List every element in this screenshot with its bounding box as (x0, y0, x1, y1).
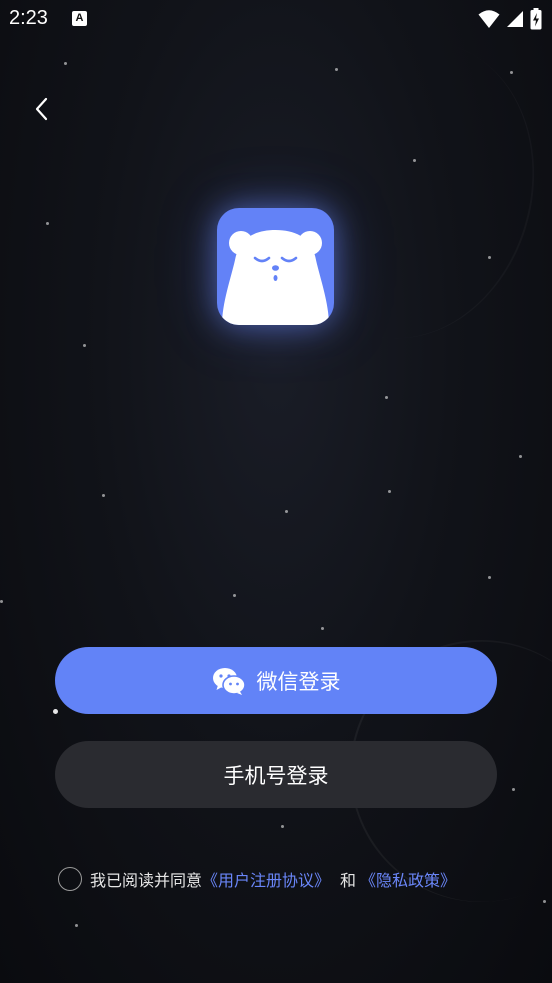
star (285, 510, 288, 513)
star (488, 576, 491, 579)
star (512, 788, 515, 791)
status-time: 2:23 (9, 7, 48, 29)
star (388, 490, 391, 493)
star (83, 344, 86, 347)
star (519, 455, 522, 458)
star (0, 600, 3, 603)
wechat-login-label: 微信登录 (256, 669, 341, 694)
agreement-checkbox[interactable] (58, 867, 82, 891)
notification-app-icon: A (72, 11, 87, 26)
signal-icon (507, 11, 523, 27)
star (64, 62, 67, 65)
wifi-icon (478, 10, 500, 28)
star (281, 825, 284, 828)
star (413, 159, 416, 162)
chevron-left-icon (35, 97, 48, 121)
wechat-icon (212, 667, 246, 695)
wechat-login-button[interactable]: 微信登录 (55, 647, 497, 714)
star (46, 222, 49, 225)
star (102, 494, 105, 497)
status-bar: 2:23 A (0, 0, 552, 38)
star (321, 627, 324, 630)
bear-logo-icon (222, 230, 329, 325)
star (510, 71, 513, 74)
star (543, 900, 546, 903)
phone-login-label: 手机号登录 (223, 763, 329, 788)
back-button[interactable] (26, 92, 56, 126)
privacy-link[interactable]: 《隐私政策》 (360, 867, 456, 891)
star (75, 924, 78, 927)
phone-login-button[interactable]: 手机号登录 (55, 741, 497, 808)
terms-link[interactable]: 《用户注册协议》 (202, 867, 330, 891)
app-logo (217, 208, 334, 325)
agreement-and-text: 和 (340, 871, 357, 890)
agreement-prefix: 我已阅读并同意 (90, 871, 203, 890)
battery-icon (530, 8, 542, 30)
status-icons (478, 8, 542, 30)
star (385, 396, 388, 399)
star (233, 594, 236, 597)
star (488, 256, 491, 259)
star (335, 68, 338, 71)
star (53, 709, 58, 714)
agreement-row: 我已阅读并同意 《用户注册协议》 和 《隐私政策》 (58, 865, 456, 893)
